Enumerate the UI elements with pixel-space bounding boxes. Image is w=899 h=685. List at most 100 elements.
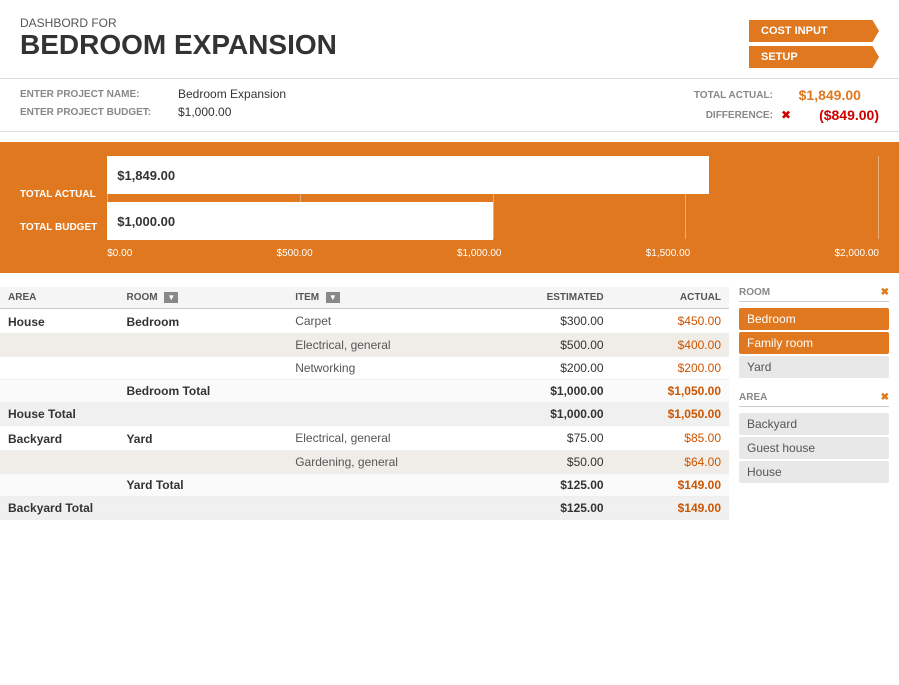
subtotal-estimated: $1,000.00 bbox=[488, 380, 612, 403]
row-estimated: $300.00 bbox=[488, 309, 612, 334]
row-area bbox=[0, 451, 118, 474]
row-item: Carpet bbox=[287, 309, 488, 334]
project-name-value: Bedroom Expansion bbox=[178, 87, 286, 101]
row-actual: $450.00 bbox=[612, 309, 729, 334]
table-row: Electrical, general $500.00 $400.00 bbox=[0, 334, 729, 357]
area-filter-item[interactable]: House bbox=[739, 461, 889, 483]
project-info-left: ENTER PROJECT NAME: Bedroom Expansion EN… bbox=[20, 87, 286, 123]
area-total-estimated: $1,000.00 bbox=[488, 403, 612, 426]
row-room: Bedroom bbox=[118, 309, 287, 334]
room-filter-clear[interactable]: ✖ bbox=[881, 287, 889, 298]
axis-label-4: $2,000.00 bbox=[834, 248, 879, 259]
header-nav: COST INPUT SETUP bbox=[749, 20, 879, 68]
row-estimated: $50.00 bbox=[488, 451, 612, 474]
project-info-right: TOTAL ACTUAL: $1,849.00 DIFFERENCE: ✖ ($… bbox=[653, 87, 879, 123]
row-room: Yard bbox=[118, 426, 287, 451]
table-row: Backyard Yard Electrical, general $75.00… bbox=[0, 426, 729, 451]
chart-area: TOTAL ACTUAL TOTAL BUDGET $1,849.00 bbox=[0, 142, 899, 273]
axis-label-2: $1,000.00 bbox=[457, 248, 502, 259]
row-item: Electrical, general bbox=[287, 334, 488, 357]
room-filter-item[interactable]: Yard bbox=[739, 356, 889, 378]
axis-label-1: $500.00 bbox=[277, 248, 313, 259]
page: DASHBORD FOR BEDROOM EXPANSION COST INPU… bbox=[0, 0, 899, 685]
chart-budget-label: TOTAL BUDGET bbox=[20, 222, 97, 233]
table-row: Networking $200.00 $200.00 bbox=[0, 357, 729, 380]
table-row: House Bedroom Carpet $300.00 $450.00 bbox=[0, 309, 729, 334]
table-row: Backyard Total $125.00 $149.00 bbox=[0, 497, 729, 520]
setup-button[interactable]: SETUP bbox=[749, 46, 879, 68]
room-filter-button[interactable]: ▼ bbox=[164, 292, 178, 303]
header-left: DASHBORD FOR BEDROOM EXPANSION bbox=[20, 16, 337, 61]
difference-value: ($849.00) bbox=[799, 107, 879, 123]
project-budget-value: $1,000.00 bbox=[178, 105, 231, 119]
row-actual: $85.00 bbox=[612, 426, 729, 451]
subtotal-estimated: $125.00 bbox=[488, 474, 612, 497]
cost-input-button[interactable]: COST INPUT bbox=[749, 20, 879, 42]
total-actual-value: $1,849.00 bbox=[781, 87, 861, 103]
filter-panel: ROOM ✖ BedroomFamily roomYard AREA ✖ Bac… bbox=[729, 287, 899, 520]
col-estimated: ESTIMATED bbox=[488, 287, 612, 309]
room-filter-items: BedroomFamily roomYard bbox=[739, 308, 889, 378]
project-name-label: ENTER PROJECT NAME: bbox=[20, 89, 170, 100]
room-filter-title: ROOM ✖ bbox=[739, 287, 889, 302]
row-estimated: $75.00 bbox=[488, 426, 612, 451]
row-item: Gardening, general bbox=[287, 451, 488, 474]
row-area bbox=[0, 334, 118, 357]
header: DASHBORD FOR BEDROOM EXPANSION COST INPU… bbox=[0, 0, 899, 78]
dashboard-subtitle: DASHBORD FOR bbox=[20, 16, 337, 30]
chart-actual-label: TOTAL ACTUAL bbox=[20, 189, 97, 200]
item-filter-button[interactable]: ▼ bbox=[326, 292, 340, 303]
row-actual: $200.00 bbox=[612, 357, 729, 380]
data-table-wrap: AREA ROOM ▼ ITEM ▼ ESTIMATED bbox=[0, 287, 729, 520]
difference-icon: ✖ bbox=[781, 108, 791, 122]
area-filter-section: AREA ✖ BackyardGuest houseHouse bbox=[739, 392, 889, 483]
chart-bars: $1,849.00 $1,000.00 $0.00 $500.00 $1,000… bbox=[107, 156, 879, 259]
area-total-label: House Total bbox=[0, 403, 488, 426]
row-actual: $400.00 bbox=[612, 334, 729, 357]
area-filter-title: AREA ✖ bbox=[739, 392, 889, 407]
row-estimated: $200.00 bbox=[488, 357, 612, 380]
table-row: Yard Total $125.00 $149.00 bbox=[0, 474, 729, 497]
row-room bbox=[118, 451, 287, 474]
subtotal-room: Yard Total bbox=[118, 474, 287, 497]
main-content: AREA ROOM ▼ ITEM ▼ ESTIMATED bbox=[0, 287, 899, 520]
chart-axis: $0.00 $500.00 $1,000.00 $1,500.00 $2,000… bbox=[107, 248, 879, 259]
bar-budget: $1,000.00 bbox=[107, 202, 493, 240]
room-filter-section: ROOM ✖ BedroomFamily roomYard bbox=[739, 287, 889, 378]
area-filter-items: BackyardGuest houseHouse bbox=[739, 413, 889, 483]
room-filter-item[interactable]: Family room bbox=[739, 332, 889, 354]
col-actual: ACTUAL bbox=[612, 287, 729, 309]
row-estimated: $500.00 bbox=[488, 334, 612, 357]
axis-label-3: $1,500.00 bbox=[646, 248, 691, 259]
area-total-label: Backyard Total bbox=[0, 497, 488, 520]
area-filter-clear[interactable]: ✖ bbox=[881, 392, 889, 403]
row-room bbox=[118, 357, 287, 380]
row-area: Backyard bbox=[0, 426, 118, 451]
row-room bbox=[118, 334, 287, 357]
project-budget-row: ENTER PROJECT BUDGET: $1,000.00 bbox=[20, 105, 286, 119]
area-total-actual: $149.00 bbox=[612, 497, 729, 520]
area-total-estimated: $125.00 bbox=[488, 497, 612, 520]
area-filter-item[interactable]: Guest house bbox=[739, 437, 889, 459]
subtotal-item bbox=[287, 380, 488, 403]
difference-row: DIFFERENCE: ✖ ($849.00) bbox=[653, 107, 879, 123]
col-room: ROOM ▼ bbox=[118, 287, 287, 309]
total-actual-label: TOTAL ACTUAL: bbox=[653, 90, 773, 101]
data-table: AREA ROOM ▼ ITEM ▼ ESTIMATED bbox=[0, 287, 729, 520]
table-row: Bedroom Total $1,000.00 $1,050.00 bbox=[0, 380, 729, 403]
area-total-actual: $1,050.00 bbox=[612, 403, 729, 426]
row-item: Networking bbox=[287, 357, 488, 380]
subtotal-actual: $149.00 bbox=[612, 474, 729, 497]
page-title: BEDROOM EXPANSION bbox=[20, 30, 337, 61]
row-actual: $64.00 bbox=[612, 451, 729, 474]
row-area: House bbox=[0, 309, 118, 334]
subtotal-area bbox=[0, 380, 118, 403]
row-item: Electrical, general bbox=[287, 426, 488, 451]
table-row: House Total $1,000.00 $1,050.00 bbox=[0, 403, 729, 426]
subtotal-area bbox=[0, 474, 118, 497]
table-row: Gardening, general $50.00 $64.00 bbox=[0, 451, 729, 474]
col-area: AREA bbox=[0, 287, 118, 309]
subtotal-room: Bedroom Total bbox=[118, 380, 287, 403]
room-filter-item[interactable]: Bedroom bbox=[739, 308, 889, 330]
area-filter-item[interactable]: Backyard bbox=[739, 413, 889, 435]
